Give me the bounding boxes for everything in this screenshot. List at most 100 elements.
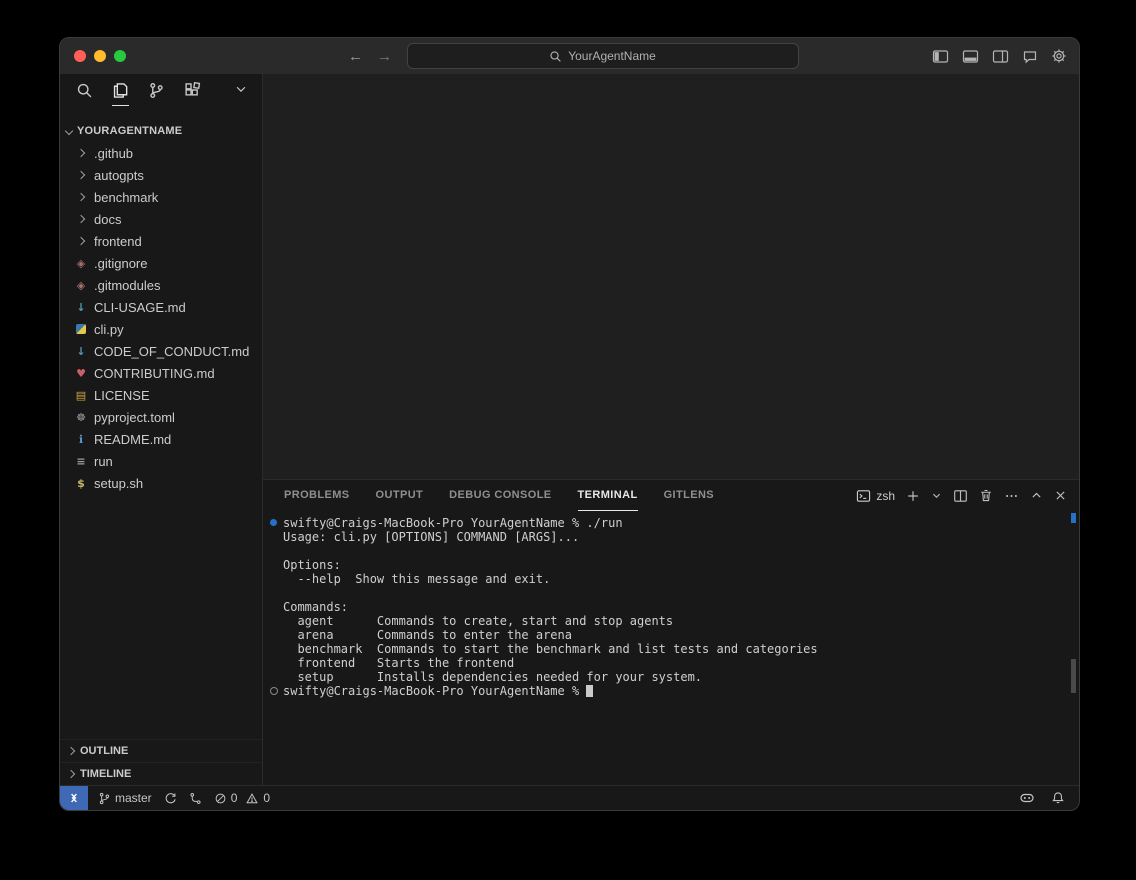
terminal-line: Commands:	[263, 600, 1079, 614]
back-button[interactable]: ←	[348, 48, 363, 65]
panel-tab-gitlens[interactable]: GITLENS	[664, 480, 714, 511]
editor-area[interactable]	[263, 74, 1079, 479]
contributing-icon: ♥	[73, 367, 89, 380]
file-name: CONTRIBUTING.md	[94, 366, 215, 381]
panel-bottom-icon	[962, 49, 979, 64]
terminal-line: --help Show this message and exit.	[263, 572, 1079, 586]
desktop-background: ← → YourAgentName	[0, 0, 1136, 880]
panel-tab-problems[interactable]: PROBLEMS	[284, 480, 350, 511]
copilot-button[interactable]	[1019, 791, 1035, 805]
gear-icon	[1051, 48, 1067, 64]
file-item[interactable]: $setup.sh	[60, 472, 262, 494]
terminal-line: benchmark Commands to start the benchmar…	[263, 642, 1079, 656]
views-more-button[interactable]	[234, 82, 248, 102]
file-item[interactable]: ↓CODE_OF_CONDUCT.md	[60, 340, 262, 362]
split-terminal-button[interactable]	[953, 489, 968, 503]
ellipsis-icon	[1004, 489, 1019, 503]
explorer-view-button[interactable]	[112, 82, 129, 106]
command-center-search[interactable]: YourAgentName	[407, 43, 799, 69]
terminal-profile-button[interactable]: zsh	[856, 489, 895, 503]
close-panel-button[interactable]	[1054, 489, 1067, 502]
panel-tabs: PROBLEMS OUTPUT DEBUG CONSOLE TERMINAL GITLE…	[284, 480, 714, 511]
kill-terminal-button[interactable]	[979, 488, 993, 503]
terminal-cursor	[586, 685, 593, 697]
panel-more-actions-button[interactable]	[1004, 489, 1019, 503]
folder-item[interactable]: docs	[60, 208, 262, 230]
new-terminal-button[interactable]	[906, 489, 920, 503]
extensions-view-button[interactable]	[184, 82, 201, 105]
search-view-button[interactable]	[76, 82, 93, 105]
license-icon: ▤	[73, 389, 89, 402]
git-icon: ◈	[73, 279, 89, 292]
file-item[interactable]: ▤LICENSE	[60, 384, 262, 406]
errors-icon	[214, 792, 227, 805]
file-item[interactable]: ♥ CONTRIBUTING.md	[60, 362, 262, 384]
prompt-decoration-icon[interactable]	[270, 687, 278, 695]
remote-indicator[interactable]	[60, 786, 88, 810]
notifications-button[interactable]	[1051, 791, 1065, 805]
chevron-right-icon	[73, 172, 89, 178]
warnings-icon	[245, 792, 259, 805]
terminal-line: arena Commands to enter the arena	[263, 628, 1079, 642]
branch-item[interactable]: master	[98, 791, 152, 805]
forward-button[interactable]: →	[377, 48, 392, 65]
terminal-text: setup Installs dependencies needed for y…	[283, 670, 702, 684]
panel-tab-output[interactable]: OUTPUT	[376, 480, 424, 511]
toggle-primary-sidebar-button[interactable]	[932, 49, 949, 64]
folder-item[interactable]: autogpts	[60, 164, 262, 186]
folder-item[interactable]: frontend	[60, 230, 262, 252]
file-item[interactable]: cli.py	[60, 318, 262, 340]
file-item[interactable]: ≡run	[60, 450, 262, 472]
settings-button[interactable]	[1051, 48, 1067, 64]
git-graph-button[interactable]	[189, 792, 202, 805]
timeline-section-header[interactable]: TIMELINE	[60, 762, 262, 785]
file-item[interactable]: ◈.gitmodules	[60, 274, 262, 296]
file-item[interactable]: ℹREADME.md	[60, 428, 262, 450]
python-icon	[73, 324, 89, 334]
command-decoration-icon[interactable]	[270, 519, 277, 526]
file-name: .github	[94, 146, 133, 161]
maximize-panel-button[interactable]	[1030, 489, 1043, 502]
outline-section-header[interactable]: OUTLINE	[60, 739, 262, 762]
toggle-panel-button[interactable]	[962, 49, 979, 64]
close-window-button[interactable]	[74, 50, 86, 62]
folder-item[interactable]: benchmark	[60, 186, 262, 208]
sidebar-right-icon	[992, 49, 1009, 64]
terminal-dropdown-button[interactable]	[931, 490, 942, 501]
shell-icon: $	[73, 477, 89, 490]
branch-name: master	[115, 791, 152, 805]
file-name: autogpts	[94, 168, 144, 183]
terminal[interactable]: swifty@Craigs-MacBook-Pro YourAgentName …	[263, 511, 1079, 785]
file-item[interactable]: ☸ pyproject.toml	[60, 406, 262, 428]
traffic-lights	[60, 50, 126, 62]
problems-item[interactable]: 0 0	[214, 791, 270, 805]
chevron-right-icon	[73, 194, 89, 200]
terminal-text: Commands:	[283, 600, 348, 614]
terminal-line	[263, 586, 1079, 600]
sync-button[interactable]	[164, 792, 177, 805]
terminal-text: swifty@Craigs-MacBook-Pro YourAgentName …	[283, 516, 623, 530]
source-control-icon	[148, 82, 165, 99]
sidebar-left-icon	[932, 49, 949, 64]
minimize-window-button[interactable]	[94, 50, 106, 62]
file-item[interactable]: ◈.gitignore	[60, 252, 262, 274]
terminal-text: agent Commands to create, start and stop…	[283, 614, 673, 628]
panel-tab-debug-console[interactable]: DEBUG CONSOLE	[449, 480, 551, 511]
file-name: frontend	[94, 234, 142, 249]
source-control-view-button[interactable]	[148, 82, 165, 105]
terminal-scrollbar-accent	[1071, 513, 1076, 523]
terminal-text: frontend Starts the frontend	[283, 656, 514, 670]
settings-file-icon: ☸	[73, 411, 89, 424]
chat-button[interactable]	[1022, 49, 1038, 64]
zoom-window-button[interactable]	[114, 50, 126, 62]
file-name: docs	[94, 212, 121, 227]
toggle-secondary-sidebar-button[interactable]	[992, 49, 1009, 64]
plus-icon	[906, 489, 920, 503]
folder-item[interactable]: .github	[60, 142, 262, 164]
panel-tab-terminal[interactable]: TERMINAL	[578, 480, 638, 511]
shell-label: zsh	[876, 489, 895, 503]
explorer-section-header[interactable]: YOURAGENTNAME	[60, 120, 262, 142]
file-name: pyproject.toml	[94, 410, 175, 425]
file-item[interactable]: ↓CLI-USAGE.md	[60, 296, 262, 318]
terminal-scrollbar[interactable]	[1071, 659, 1076, 693]
